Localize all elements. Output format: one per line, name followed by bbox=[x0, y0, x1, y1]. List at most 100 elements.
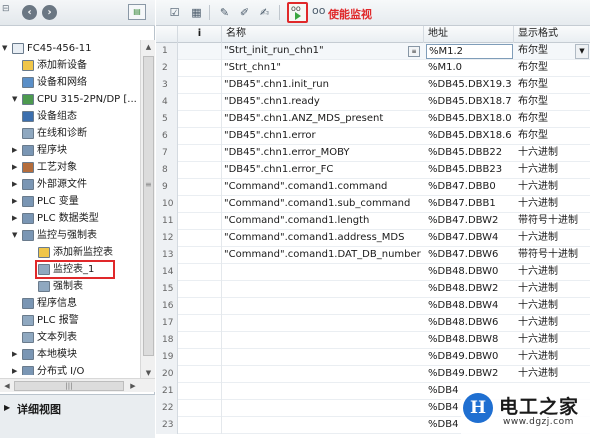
tree-item[interactable]: ▶ PLC 数据类型 bbox=[0, 210, 140, 227]
modify-trigger-icon[interactable]: ✐ bbox=[236, 4, 253, 21]
row-number[interactable]: 6 bbox=[156, 128, 178, 145]
format-dropdown-icon[interactable]: ▼ bbox=[575, 44, 589, 59]
header-display-format[interactable]: 显示格式 bbox=[514, 26, 590, 43]
tree-item[interactable]: ▶ PLC 变量 bbox=[0, 193, 140, 210]
table-row[interactable]: 9 "Command".comand1.command %DB47.DBB0 十六进制 bbox=[156, 179, 590, 196]
display-format-cell[interactable]: 十六进制 bbox=[518, 315, 590, 331]
back-icon[interactable]: ‹ bbox=[22, 5, 37, 20]
table-row[interactable]: 5 "DB45".chn1.ANZ_MDS_present %DB45.DBX18.… bbox=[156, 111, 590, 128]
row-number[interactable]: 5 bbox=[156, 111, 178, 128]
scroll-right-icon[interactable]: ▶ bbox=[126, 379, 140, 393]
tree-item[interactable]: ▶ 程序块 bbox=[0, 142, 140, 159]
display-format-cell[interactable]: 十六进制 bbox=[518, 349, 590, 365]
tree-item[interactable]: 设备组态 bbox=[0, 108, 140, 125]
table-row[interactable]: 1 "Strt_init_run_chn1" ≡ %M1.2 布尔型 ▼ bbox=[156, 43, 590, 60]
collapsed-arrow-icon[interactable]: ▶ bbox=[12, 363, 20, 375]
table-row[interactable]: 10 "Command".comand1.sub_command %DB47.DBB… bbox=[156, 196, 590, 213]
device-view-icon[interactable]: ▤ bbox=[128, 4, 146, 20]
scroll-thumb[interactable] bbox=[143, 56, 154, 356]
tree-item[interactable]: ▶ 外部源文件 bbox=[0, 176, 140, 193]
display-format-cell[interactable]: 十六进制 bbox=[518, 281, 590, 297]
address-cell[interactable]: %DB45.DBX18.0 bbox=[428, 111, 514, 127]
name-cell[interactable]: "Command".comand1.DAT_DB_number bbox=[224, 247, 424, 263]
display-format-cell[interactable]: 十六进制 bbox=[518, 264, 590, 280]
address-cell[interactable]: %DB45.DBB22 bbox=[428, 145, 514, 161]
name-cell[interactable]: "DB45".chn1.error_MOBY bbox=[224, 145, 424, 161]
address-cell[interactable]: %DB45.DBX18.6 bbox=[428, 128, 514, 144]
collapsed-arrow-icon[interactable]: ▶ bbox=[12, 159, 20, 176]
collapsed-arrow-icon[interactable]: ▶ bbox=[12, 346, 20, 363]
name-cell[interactable]: "Strt_init_run_chn1" bbox=[224, 43, 424, 59]
tree-item[interactable]: ▼ FC45-456-11 bbox=[0, 40, 140, 57]
row-number[interactable]: 4 bbox=[156, 94, 178, 111]
address-cell[interactable]: %DB47.DBB1 bbox=[428, 196, 514, 212]
display-format-cell[interactable]: 十六进制 bbox=[518, 162, 590, 178]
expanded-arrow-icon[interactable]: ▼ bbox=[12, 91, 20, 108]
row-number[interactable]: 14 bbox=[156, 264, 178, 281]
collapsed-arrow-icon[interactable]: ▶ bbox=[12, 142, 20, 159]
trigger-icon[interactable]: ✍ bbox=[256, 4, 273, 21]
address-cell[interactable]: %DB45.DBB23 bbox=[428, 162, 514, 178]
tree-item[interactable]: ▼ 监控与强制表 bbox=[0, 227, 140, 244]
monitor-once-icon[interactable]: oo bbox=[312, 4, 325, 17]
display-format-cell[interactable]: 十六进制 bbox=[518, 230, 590, 246]
table-row[interactable]: 4 "DB45".chn1.ready %DB45.DBX18.7 布尔型 bbox=[156, 94, 590, 111]
tree-item[interactable]: ▶ 工艺对象 bbox=[0, 159, 140, 176]
table-row[interactable]: 2 "Strt_chn1" %M1.0 布尔型 bbox=[156, 60, 590, 77]
table-row[interactable]: 3 "DB45".chn1.init_run %DB45.DBX19.3 布尔型 bbox=[156, 77, 590, 94]
row-number[interactable]: 15 bbox=[156, 281, 178, 298]
row-number[interactable]: 17 bbox=[156, 315, 178, 332]
table-row[interactable]: 13 "Command".comand1.DAT_DB_number %DB47.D… bbox=[156, 247, 590, 264]
address-cell[interactable]: %DB49.DBW2 bbox=[428, 366, 514, 382]
collapsed-arrow-icon[interactable]: ▶ bbox=[12, 176, 20, 193]
table-row[interactable]: 14 %DB48.DBW0 十六进制 bbox=[156, 264, 590, 281]
table-row[interactable]: 20 %DB49.DBW2 十六进制 bbox=[156, 366, 590, 383]
address-input[interactable]: %M1.2 bbox=[426, 44, 513, 59]
table-row[interactable]: 19 %DB49.DBW0 十六进制 bbox=[156, 349, 590, 366]
table-row[interactable]: 15 %DB48.DBW2 十六进制 bbox=[156, 281, 590, 298]
tree-item[interactable]: 设备和网络 bbox=[0, 74, 140, 91]
hscroll-thumb[interactable]: ||| bbox=[14, 381, 124, 391]
expanded-arrow-icon[interactable]: ▼ bbox=[2, 40, 10, 57]
address-cell[interactable]: %DB47.DBW2 bbox=[428, 213, 514, 229]
row-number[interactable]: 1 bbox=[156, 43, 178, 60]
monitor-all-button[interactable]: oo bbox=[287, 2, 308, 23]
row-number[interactable]: 11 bbox=[156, 213, 178, 230]
name-cell[interactable]: "Command".comand1.length bbox=[224, 213, 424, 229]
display-format-cell[interactable]: 十六进制 bbox=[518, 366, 590, 382]
table-row[interactable]: 17 %DB48.DBW6 十六进制 bbox=[156, 315, 590, 332]
address-cell[interactable]: %M1.0 bbox=[428, 60, 514, 76]
display-format-cell[interactable]: 十六进制 bbox=[518, 332, 590, 348]
display-format-cell[interactable]: 十六进制 bbox=[518, 196, 590, 212]
display-format-cell[interactable]: 带符号十进制 bbox=[518, 247, 590, 263]
tree-vertical-scrollbar[interactable]: ▲ ≡ ▼ bbox=[140, 40, 155, 380]
row-number[interactable]: 16 bbox=[156, 298, 178, 315]
tree-item[interactable]: 添加新监控表 bbox=[0, 244, 140, 261]
expanded-arrow-icon[interactable]: ▼ bbox=[12, 227, 20, 244]
table-row[interactable]: 12 "Command".comand1.address_MDS %DB47.DBW… bbox=[156, 230, 590, 247]
table-row[interactable]: 16 %DB48.DBW4 十六进制 bbox=[156, 298, 590, 315]
expand-arrow-icon[interactable]: ▶ bbox=[4, 403, 10, 412]
tree-item[interactable]: 在线和诊断 bbox=[0, 125, 140, 142]
tree-item[interactable]: 程序信息 bbox=[0, 295, 140, 312]
name-cell[interactable]: "DB45".chn1.ready bbox=[224, 94, 424, 110]
row-number[interactable]: 8 bbox=[156, 162, 178, 179]
name-cell[interactable]: "DB45".chn1.ANZ_MDS_present bbox=[224, 111, 424, 127]
row-number[interactable]: 19 bbox=[156, 349, 178, 366]
address-cell[interactable]: %DB48.DBW2 bbox=[428, 281, 514, 297]
tag-list-icon[interactable]: ≡ bbox=[408, 46, 420, 57]
name-cell[interactable]: "DB45".chn1.error_FC bbox=[224, 162, 424, 178]
display-format-cell[interactable]: 布尔型 bbox=[518, 128, 590, 144]
tree-item[interactable]: 文本列表 bbox=[0, 329, 140, 346]
name-cell[interactable]: "Strt_chn1" bbox=[224, 60, 424, 76]
table-row[interactable]: 6 "DB45".chn1.error %DB45.DBX18.6 布尔型 bbox=[156, 128, 590, 145]
insert-row-icon[interactable]: ☑ bbox=[166, 4, 183, 21]
tree-horizontal-scrollbar[interactable]: ◀ ||| ▶ bbox=[0, 378, 155, 392]
display-format-cell[interactable]: 布尔型 bbox=[518, 111, 590, 127]
address-cell[interactable]: %DB48.DBW8 bbox=[428, 332, 514, 348]
tree-item[interactable]: PLC 报警 bbox=[0, 312, 140, 329]
tree-item[interactable]: 添加新设备 bbox=[0, 57, 140, 74]
tree-item[interactable]: ▶ 分布式 I/O bbox=[0, 363, 140, 375]
address-cell[interactable]: %DB48.DBW6 bbox=[428, 315, 514, 331]
display-format-cell[interactable]: 十六进制 bbox=[518, 298, 590, 314]
